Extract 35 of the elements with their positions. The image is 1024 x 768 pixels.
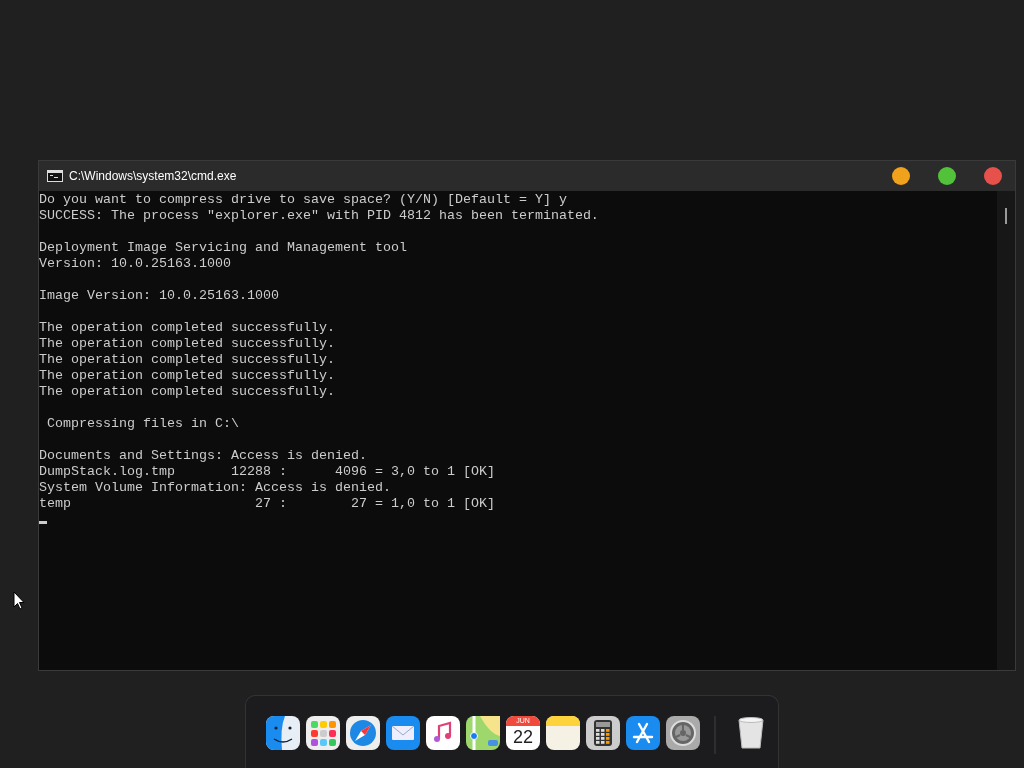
console-line: The operation completed successfully. <box>39 384 335 400</box>
app-store-icon[interactable] <box>626 716 660 750</box>
console-line: Documents and Settings: Access is denied. <box>39 448 367 464</box>
scrollbar[interactable] <box>997 191 1015 670</box>
console-icon <box>47 170 63 182</box>
console-line: Do you want to compress drive to save space? (Y/N) [Default = Y] y <box>39 192 567 208</box>
console-line: The operation completed successfully. <box>39 352 335 368</box>
minimize-button[interactable] <box>892 167 910 185</box>
console-line: The operation completed successfully. <box>39 368 335 384</box>
close-button[interactable] <box>984 167 1002 185</box>
console-line: Version: 10.0.25163.1000 <box>39 256 231 272</box>
smiling-face-icon[interactable] <box>266 716 300 750</box>
map-icon[interactable] <box>466 716 500 750</box>
music-note-icon[interactable] <box>426 716 460 750</box>
text-cursor <box>39 521 47 524</box>
console-line: temp 27 : 27 = 1,0 to 1 [OK] <box>39 496 495 512</box>
window-title: C:\Windows\system32\cmd.exe <box>69 169 237 183</box>
calendar-day: 22 <box>513 727 533 747</box>
calendar-icon[interactable] <box>506 716 540 750</box>
notepad-icon[interactable] <box>546 716 580 750</box>
console-line: SUCCESS: The process "explorer.exe" with PID 4812 has been terminated. <box>39 208 599 224</box>
console-line: DumpStack.log.tmp 12288 : 4096 = 3,0 to 1 [OK] <box>39 464 495 480</box>
app-grid-icon[interactable] <box>306 716 340 750</box>
envelope-icon[interactable] <box>386 716 420 750</box>
calculator-icon[interactable] <box>586 716 620 750</box>
console-line: The operation completed successfully. <box>39 320 335 336</box>
gear-icon[interactable] <box>666 716 700 750</box>
compass-icon[interactable] <box>346 716 380 750</box>
console-line: System Volume Information: Access is denied. <box>39 480 391 496</box>
mouse-pointer-icon <box>13 591 25 610</box>
maximize-button[interactable] <box>938 167 956 185</box>
console-line: Deployment Image Servicing and Management tool <box>39 240 407 256</box>
console-line: The operation completed successfully. <box>39 336 335 352</box>
console-line: Compressing files in C:\ <box>46 416 239 432</box>
console-line: Image Version: 10.0.25163.1000 <box>39 288 279 304</box>
